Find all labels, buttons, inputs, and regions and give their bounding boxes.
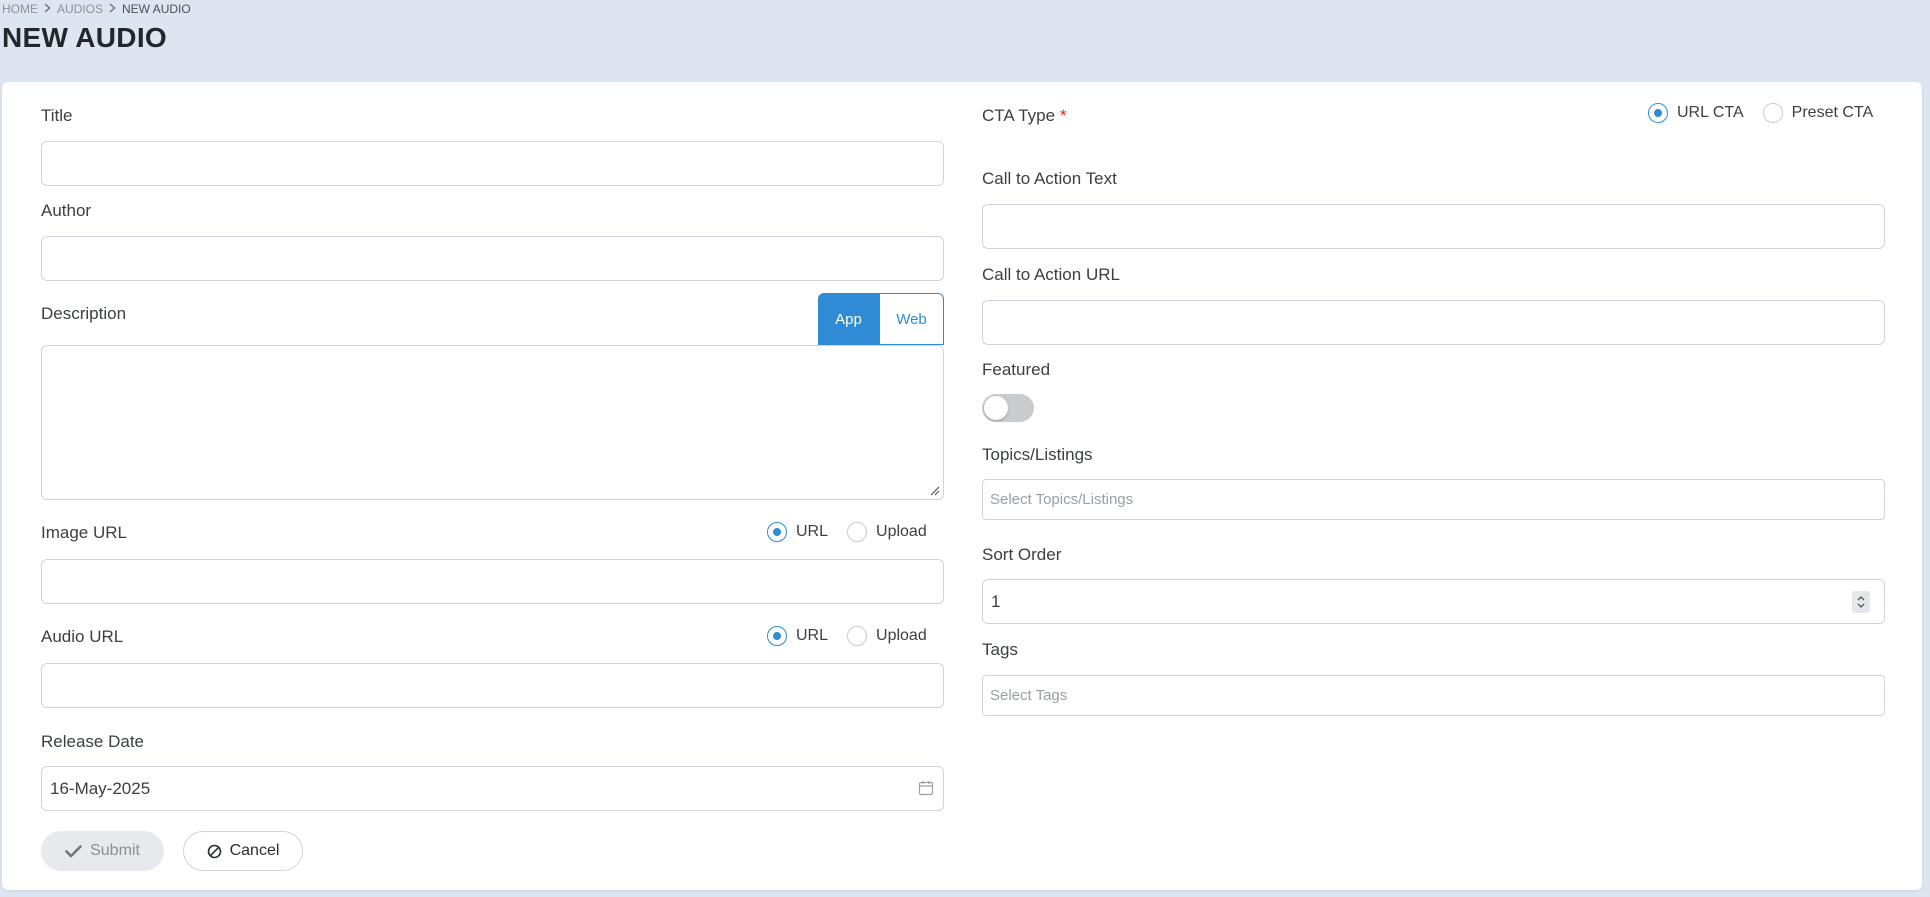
image-url-source-group: URL Upload bbox=[767, 522, 927, 542]
breadcrumb-home[interactable]: HOME bbox=[2, 2, 38, 16]
cta-type-radio-url[interactable]: URL CTA bbox=[1648, 103, 1744, 123]
submit-button[interactable]: Submit bbox=[41, 831, 164, 871]
title-label: Title bbox=[41, 106, 73, 125]
image-url-radio-upload[interactable]: Upload bbox=[847, 522, 927, 542]
topics-label: Topics/Listings bbox=[982, 445, 1093, 464]
toggle-knob bbox=[984, 396, 1008, 420]
author-input[interactable] bbox=[41, 236, 944, 281]
tags-label: Tags bbox=[982, 640, 1018, 659]
radio-checked-icon bbox=[767, 626, 787, 646]
radio-checked-icon bbox=[767, 522, 787, 542]
cancel-label: Cancel bbox=[229, 842, 280, 859]
form-card: Title Author Description App Web Image U… bbox=[2, 82, 1922, 890]
topics-select[interactable]: Select Topics/Listings bbox=[982, 479, 1885, 520]
radio-label: URL bbox=[796, 523, 829, 540]
cta-url-input[interactable] bbox=[982, 300, 1885, 345]
image-url-radio-url[interactable]: URL bbox=[767, 522, 828, 542]
audio-url-radio-upload[interactable]: Upload bbox=[847, 626, 927, 646]
description-label: Description bbox=[41, 304, 127, 323]
cta-text-label: Call to Action Text bbox=[982, 169, 1117, 188]
image-url-input[interactable] bbox=[41, 559, 944, 604]
radio-label: URL bbox=[796, 627, 829, 644]
featured-label: Featured bbox=[982, 360, 1051, 379]
breadcrumb-audios[interactable]: AUDIOS bbox=[57, 2, 103, 16]
release-date-label: Release Date bbox=[41, 732, 145, 751]
sort-order-label: Sort Order bbox=[982, 545, 1062, 564]
spinner-arrows-icon bbox=[1857, 596, 1865, 608]
radio-checked-icon bbox=[1648, 103, 1668, 123]
chevron-right-icon bbox=[109, 2, 116, 16]
cta-type-radio-preset[interactable]: Preset CTA bbox=[1762, 103, 1874, 123]
audio-url-source-group: URL Upload bbox=[767, 626, 927, 646]
title-input[interactable] bbox=[41, 141, 944, 186]
author-label: Author bbox=[41, 201, 92, 220]
topics-placeholder: Select Topics/Listings bbox=[990, 491, 1134, 508]
radio-unchecked-icon bbox=[847, 522, 868, 542]
breadcrumb: HOME AUDIOS NEW AUDIO bbox=[2, 1, 191, 17]
radio-label: Upload bbox=[876, 627, 927, 644]
radio-label: URL CTA bbox=[1677, 104, 1744, 121]
check-icon bbox=[65, 844, 82, 858]
featured-toggle[interactable] bbox=[982, 394, 1034, 422]
audio-url-radio-url[interactable]: URL bbox=[767, 626, 828, 646]
resize-grip-icon[interactable] bbox=[928, 484, 940, 496]
release-date-value: 16-May-2025 bbox=[50, 779, 151, 798]
tags-placeholder: Select Tags bbox=[990, 687, 1068, 704]
radio-label: Preset CTA bbox=[1791, 104, 1874, 121]
ban-icon bbox=[207, 844, 222, 859]
audio-url-label: Audio URL bbox=[41, 627, 124, 646]
radio-label: Upload bbox=[876, 523, 927, 540]
cta-text-input[interactable] bbox=[982, 204, 1885, 249]
cta-type-group: URL CTA Preset CTA bbox=[1648, 103, 1873, 123]
cta-type-label: CTA Type * bbox=[982, 106, 1067, 125]
calendar-icon[interactable] bbox=[918, 780, 934, 796]
radio-unchecked-icon bbox=[847, 626, 868, 646]
sort-order-value: 1 bbox=[991, 592, 1001, 611]
required-marker: * bbox=[1059, 106, 1067, 125]
submit-label: Submit bbox=[90, 842, 140, 859]
cancel-button[interactable]: Cancel bbox=[183, 831, 303, 871]
page-title: NEW AUDIO bbox=[2, 22, 167, 53]
breadcrumb-current: NEW AUDIO bbox=[122, 2, 191, 16]
release-date-input[interactable] bbox=[41, 766, 944, 811]
audio-url-input[interactable] bbox=[41, 663, 944, 708]
cta-url-label: Call to Action URL bbox=[982, 265, 1120, 284]
chevron-right-icon bbox=[44, 2, 51, 16]
tab-web[interactable]: Web bbox=[879, 293, 944, 345]
radio-unchecked-icon bbox=[1762, 103, 1783, 123]
tags-select[interactable]: Select Tags bbox=[982, 675, 1885, 716]
image-url-label: Image URL bbox=[41, 523, 127, 542]
number-spinner[interactable] bbox=[1852, 591, 1870, 613]
sort-order-input[interactable] bbox=[982, 579, 1885, 624]
tab-app[interactable]: App bbox=[818, 293, 879, 345]
description-textarea[interactable] bbox=[41, 345, 944, 500]
